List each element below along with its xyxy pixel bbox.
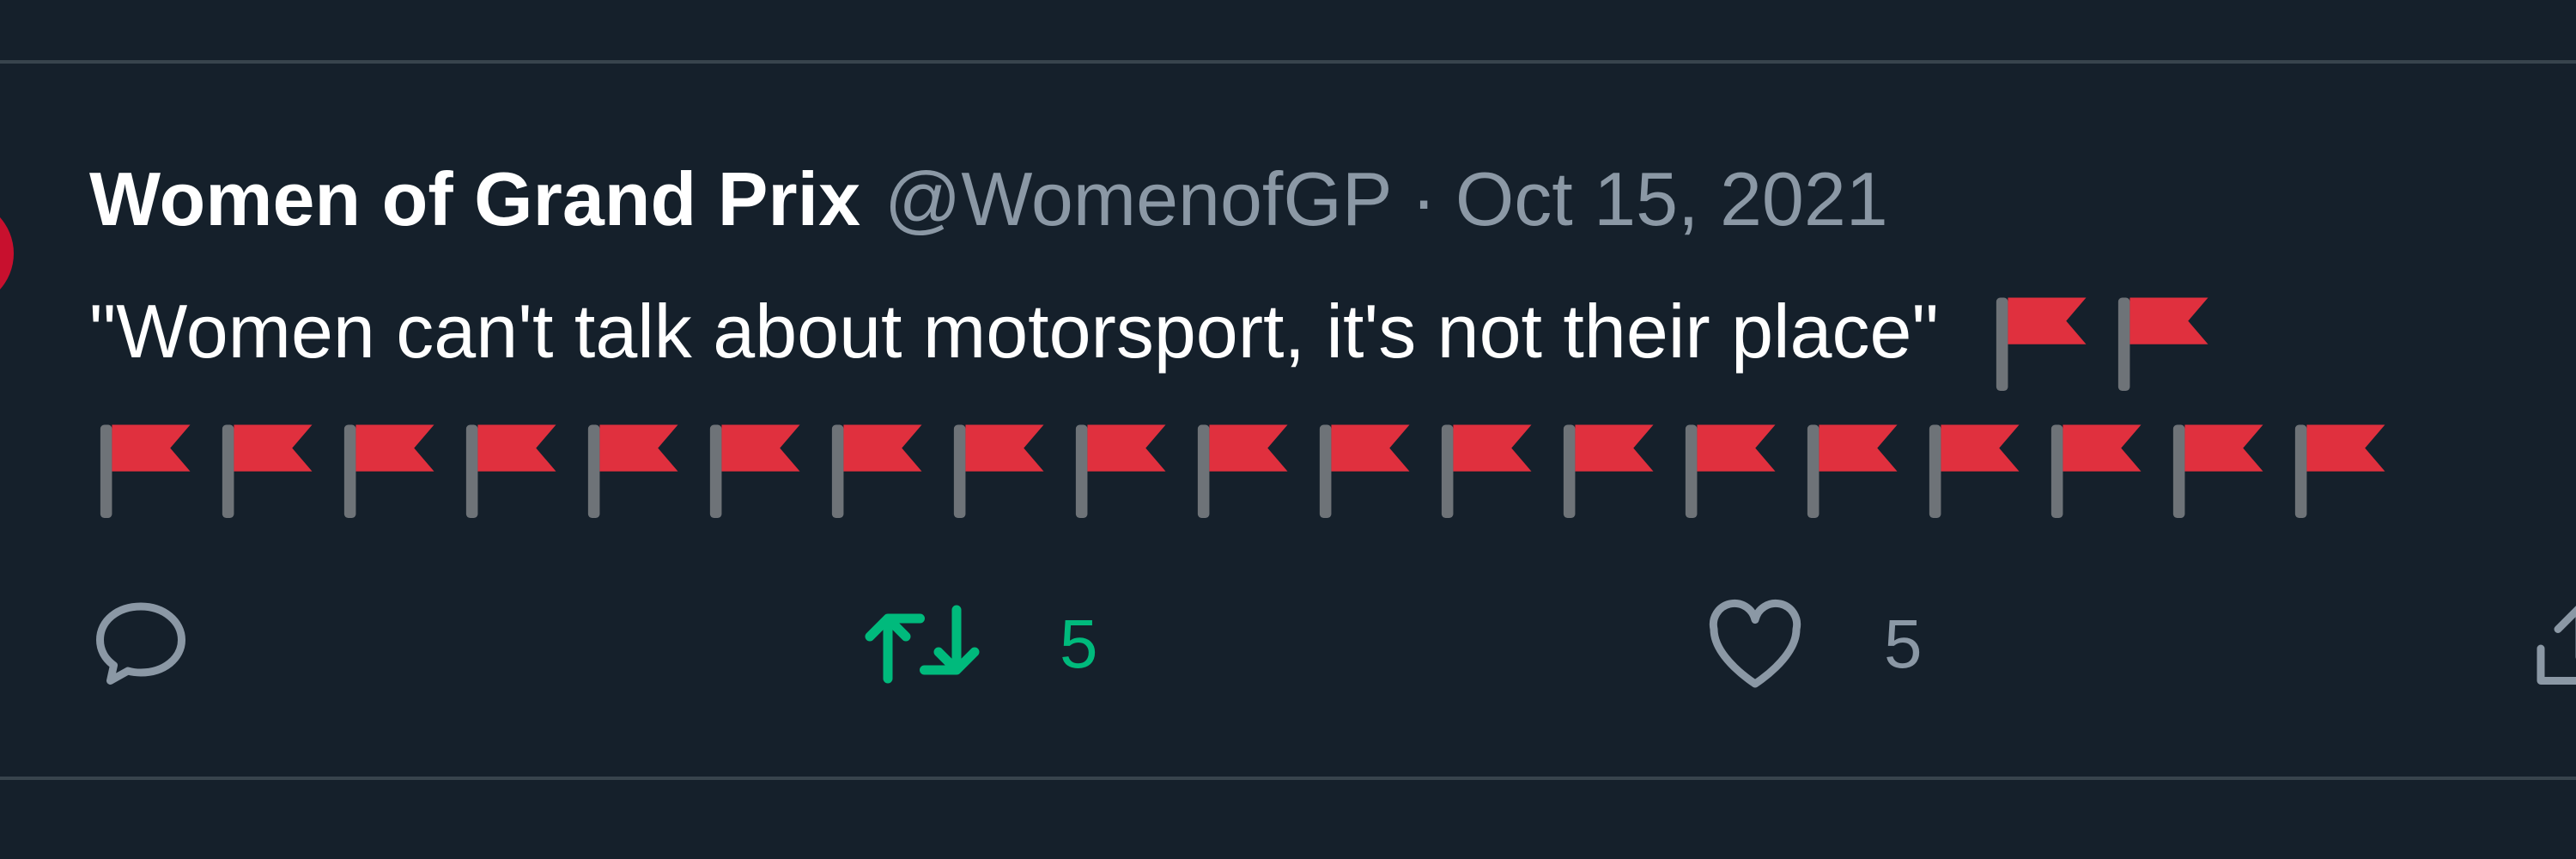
red-flag-emoji: [2040, 411, 2162, 518]
red-flag-emoji: [821, 411, 943, 518]
retweet-count: 5: [1060, 606, 1098, 682]
red-flag-emoji: [1187, 411, 1309, 518]
red-flag-emoji: [89, 411, 211, 518]
tweet-header: Women of Grand Prix @WomenofGP · Oct 15,…: [89, 148, 2576, 251]
red-flag-emoji: [2162, 411, 2284, 518]
avatar[interactable]: [0, 199, 14, 308]
like-count: 5: [1884, 606, 1923, 682]
red-flag-emoji: [1065, 411, 1187, 518]
red-flag-emoji: [1918, 411, 2040, 518]
red-flag-emoji: [1985, 284, 2107, 391]
reply-icon: [89, 597, 192, 691]
red-flag-emoji: [1309, 411, 1431, 518]
tweet-text-line-1: "Women can't talk about motorsport, it's…: [89, 268, 2576, 395]
separator-dot: ·: [1411, 156, 1437, 241]
like-button[interactable]: 5: [1704, 599, 1923, 688]
red-flag-emoji: [943, 411, 1065, 518]
retweet-button[interactable]: 5: [862, 601, 1098, 687]
red-flag-emoji: [2284, 411, 2406, 518]
heart-icon: [1704, 597, 1807, 691]
bottom-divider: [0, 777, 2576, 780]
tweet-text: "Women can't talk about motorsport, it's…: [89, 268, 2576, 522]
share-icon: [2528, 597, 2576, 691]
red-flags-line-2: [89, 395, 2576, 522]
retweet-icon: [862, 597, 982, 691]
red-flag-emoji: [1796, 411, 1918, 518]
share-button[interactable]: [2528, 601, 2576, 687]
red-flag-emoji: [577, 411, 699, 518]
quote-text: "Women can't talk about motorsport, it's…: [89, 289, 1939, 374]
red-flag-emoji: [1674, 411, 1796, 518]
handle[interactable]: @WomenofGP: [884, 148, 1392, 251]
red-flag-emoji: [333, 411, 455, 518]
tweet[interactable]: Women of Grand Prix @WomenofGP · Oct 15,…: [89, 148, 2576, 522]
reply-button[interactable]: [89, 601, 192, 687]
red-flags-line-1: [1959, 289, 2229, 391]
red-flag-emoji: [455, 411, 577, 518]
red-flag-emoji: [211, 411, 333, 518]
red-flag-emoji: [1552, 411, 1674, 518]
tweet-actions: 5 5: [89, 599, 2576, 688]
display-name[interactable]: Women of Grand Prix: [89, 148, 860, 251]
red-flag-emoji: [699, 411, 821, 518]
top-divider: [0, 60, 2576, 64]
tweet-date[interactable]: Oct 15, 2021: [1455, 148, 1888, 251]
red-flag-emoji: [1431, 411, 1552, 518]
red-flag-emoji: [2107, 284, 2229, 391]
